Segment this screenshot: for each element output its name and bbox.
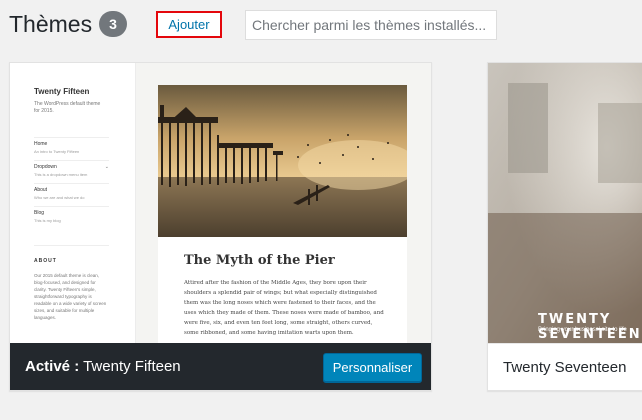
preview-menu-item: About Who we are and what we do — [34, 183, 109, 206]
customize-button[interactable]: Personnaliser — [323, 353, 422, 382]
preview-menu-item: Home An intro to Twenty Fifteen — [34, 137, 109, 160]
theme-screenshot[interactable]: TWENTY SEVENTEEN Bringing your business'… — [488, 63, 642, 343]
active-theme-bar: Activé : Twenty Fifteen Personnaliser — [10, 343, 431, 390]
preview-about-heading: ABOUT — [34, 245, 109, 264]
theme-name-bar: Twenty Seventeen — [488, 343, 642, 390]
active-theme-name: Activé : Twenty Fifteen — [25, 343, 181, 390]
chevron-down-icon: ⌄ — [104, 164, 109, 170]
preview-menu-label: Blog — [34, 210, 45, 216]
preview-menu-sub: Who we are and what we do — [34, 195, 85, 200]
preview-menu-label: About — [34, 187, 48, 193]
preview-post-title: The Myth of the Pier — [184, 253, 335, 268]
preview-menu-sub: This is my blog — [34, 218, 61, 223]
pier-image — [158, 85, 407, 237]
preview-post-body: Attired after the fashion of the Middle … — [184, 280, 384, 336]
theme-card-active[interactable]: Twenty Fifteen The WordPress default the… — [9, 62, 432, 391]
theme-count-badge: 3 — [99, 11, 127, 37]
theme-screenshot[interactable]: Twenty Fifteen The WordPress default the… — [10, 63, 431, 343]
preview-post: The Myth of the Pier Attired after the f… — [158, 85, 407, 343]
preview-menu-item: Blog This is my blog — [34, 206, 109, 229]
preview-menu-label: Dropdown — [34, 164, 57, 170]
preview-menu-item: Dropdown ⌄ This is a dropdown menu item — [34, 160, 109, 183]
preview-menu-label: Home — [34, 141, 48, 147]
theme-card[interactable]: TWENTY SEVENTEEN Bringing your business'… — [487, 62, 642, 391]
preview-tagline: Bringing your business' site to life — [538, 327, 627, 333]
preview-about-text: Our 2015 default theme is clean, blog-fo… — [34, 273, 107, 320]
preview-site-title: Twenty Fifteen — [34, 87, 90, 96]
theme-search-input[interactable]: Chercher parmi les thèmes installés... — [245, 10, 497, 40]
preview-site-desc: The WordPress default theme for 2015. — [34, 101, 101, 114]
theme-name: Twenty Seventeen — [503, 359, 627, 376]
preview-menu-sub: This is a dropdown menu item — [34, 172, 88, 177]
active-status-label: Activé : — [25, 358, 80, 375]
theme-name: Twenty Fifteen — [83, 358, 181, 375]
preview-menu: Home An intro to Twenty Fifteen Dropdown ⌄… — [34, 137, 109, 229]
page-title: Thèmes — [9, 11, 93, 37]
add-theme-button[interactable]: Ajouter — [156, 11, 222, 38]
twenty-seventeen-preview-image — [488, 63, 642, 343]
preview-sidebar: Twenty Fifteen The WordPress default the… — [10, 63, 136, 343]
preview-menu-sub: An intro to Twenty Fifteen — [34, 149, 80, 154]
